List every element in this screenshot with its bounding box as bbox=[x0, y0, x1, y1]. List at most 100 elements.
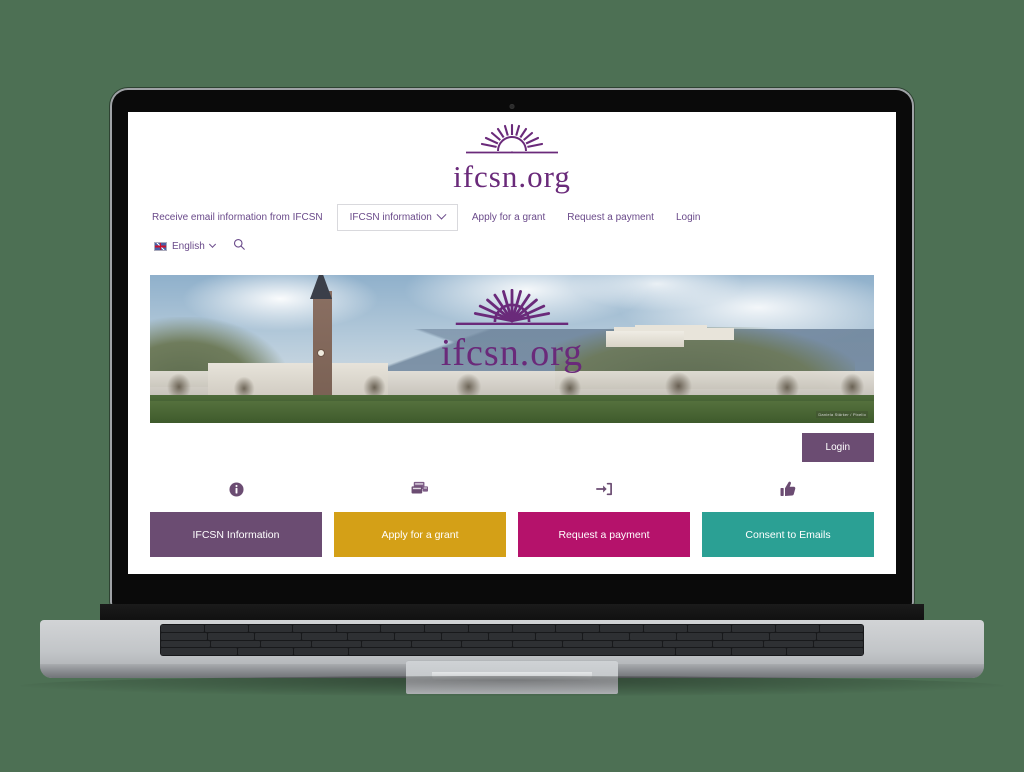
keyboard-key bbox=[713, 640, 763, 648]
keyboard-key bbox=[732, 625, 776, 632]
keyboard-key bbox=[582, 632, 629, 640]
nav-dropdown-ifcsn-information[interactable]: IFCSN information bbox=[336, 204, 458, 231]
tile-icons-row bbox=[150, 476, 874, 502]
keyboard-key bbox=[512, 640, 562, 648]
keyboard-key bbox=[612, 640, 663, 648]
uk-flag-icon bbox=[154, 241, 167, 251]
keyboard-key bbox=[600, 625, 644, 632]
screenshot-stage: ifcsn.org Receive email information from… bbox=[0, 0, 1024, 772]
keyboard-key bbox=[535, 632, 582, 640]
keyboard-key bbox=[723, 632, 770, 640]
keyboard-key bbox=[663, 640, 713, 648]
hero-banner: ifcsn.org Daniela Stärker / Pixelio bbox=[150, 275, 874, 423]
hero-fortress bbox=[606, 331, 685, 347]
chevron-down-icon bbox=[208, 240, 216, 248]
chevron-down-icon bbox=[436, 209, 447, 220]
sign-in-icon[interactable] bbox=[518, 476, 690, 502]
website-page: ifcsn.org Receive email information from… bbox=[128, 112, 896, 557]
keyboard-key bbox=[161, 648, 238, 655]
tile-ifcsn-information[interactable]: IFCSN Information bbox=[150, 512, 322, 557]
keyboard-key bbox=[462, 640, 512, 648]
keyboard-row bbox=[161, 632, 863, 640]
keyboard-key bbox=[820, 625, 863, 632]
keyboard-key bbox=[161, 632, 207, 640]
keyboard-key bbox=[424, 625, 468, 632]
keyboard-key bbox=[254, 632, 301, 640]
webcam-icon bbox=[509, 104, 515, 109]
keyboard-key bbox=[556, 625, 600, 632]
thumbs-up-icon[interactable] bbox=[702, 476, 874, 502]
keyboard-key bbox=[817, 632, 863, 640]
tile-request-a-payment[interactable]: Request a payment bbox=[518, 512, 690, 557]
keyboard-row bbox=[161, 648, 863, 655]
keyboard-key bbox=[489, 632, 535, 640]
keyboard-key bbox=[348, 648, 676, 655]
search-icon[interactable] bbox=[233, 237, 245, 255]
keyboard-key bbox=[776, 625, 820, 632]
keyboard-key bbox=[204, 625, 248, 632]
keyboard-key bbox=[207, 632, 254, 640]
nav-item-login[interactable]: Login bbox=[665, 206, 711, 229]
nav-item-apply-for-a-grant[interactable]: Apply for a grant bbox=[461, 206, 556, 229]
keyboard-key bbox=[311, 640, 361, 648]
keyboard-key bbox=[770, 632, 817, 640]
keyboard-key bbox=[161, 640, 211, 648]
keyboard-row bbox=[161, 625, 863, 632]
keyboard-key bbox=[348, 632, 395, 640]
hero-logo-wordmark: ifcsn.org bbox=[440, 332, 584, 374]
nav-item-request-a-payment[interactable]: Request a payment bbox=[556, 206, 665, 229]
site-logo[interactable]: ifcsn.org bbox=[128, 112, 896, 196]
keyboard-key bbox=[676, 632, 723, 640]
keyboard-key bbox=[412, 640, 462, 648]
keyboard-key bbox=[336, 625, 380, 632]
laptop-shadow bbox=[20, 676, 1004, 696]
keyboard-key bbox=[468, 625, 512, 632]
keyboard-key bbox=[676, 648, 731, 655]
keyboard-key bbox=[813, 640, 863, 648]
laptop-keyboard bbox=[160, 624, 864, 656]
nav-secondary-row: English bbox=[150, 231, 874, 255]
keyboard-key bbox=[293, 648, 348, 655]
keyboard-key bbox=[238, 648, 293, 655]
main-navigation: Receive email information from IFCSN IFC… bbox=[128, 196, 896, 255]
sunburst-icon bbox=[466, 124, 558, 154]
login-button-row: Login bbox=[150, 433, 874, 462]
tile-consent-to-emails[interactable]: Consent to Emails bbox=[702, 512, 874, 557]
keyboard-key bbox=[361, 640, 412, 648]
keyboard-key bbox=[644, 625, 688, 632]
login-button[interactable]: Login bbox=[801, 433, 874, 462]
nav-dropdown-label: IFCSN information bbox=[349, 212, 432, 223]
keyboard-key bbox=[301, 632, 348, 640]
sunburst-icon bbox=[455, 289, 569, 325]
keyboard-key bbox=[629, 632, 676, 640]
payment-cards-icon[interactable] bbox=[334, 476, 506, 502]
hero-image-credit: Daniela Stärker / Pixelio bbox=[816, 411, 868, 418]
keyboard-key bbox=[161, 625, 204, 632]
keyboard-key bbox=[763, 640, 813, 648]
keyboard-key bbox=[261, 640, 311, 648]
nav-item-receive-email[interactable]: Receive email information from IFCSN bbox=[150, 206, 334, 229]
browser-viewport: ifcsn.org Receive email information from… bbox=[128, 112, 896, 574]
tile-apply-for-a-grant[interactable]: Apply for a grant bbox=[334, 512, 506, 557]
keyboard-key bbox=[380, 625, 424, 632]
info-circle-icon[interactable] bbox=[150, 476, 322, 502]
keyboard-key bbox=[512, 625, 556, 632]
keyboard-key bbox=[786, 648, 863, 655]
keyboard-key bbox=[292, 625, 336, 632]
language-selector[interactable]: English bbox=[154, 240, 216, 252]
keyboard-key bbox=[248, 625, 292, 632]
keyboard-key bbox=[688, 625, 732, 632]
keyboard-key bbox=[211, 640, 261, 648]
hero-foreground-grass bbox=[150, 401, 874, 423]
hero-church-spire bbox=[310, 275, 332, 299]
keyboard-key bbox=[731, 648, 786, 655]
language-label: English bbox=[172, 240, 205, 252]
action-tiles: IFCSN Information Apply for a grant Requ… bbox=[150, 512, 874, 557]
keyboard-key bbox=[395, 632, 442, 640]
keyboard-key bbox=[562, 640, 612, 648]
nav-primary-row: Receive email information from IFCSN IFC… bbox=[150, 204, 874, 231]
logo-wordmark: ifcsn.org bbox=[453, 159, 571, 194]
keyboard-key bbox=[442, 632, 489, 640]
keyboard-row bbox=[161, 640, 863, 648]
hero-logo: ifcsn.org bbox=[437, 289, 587, 372]
